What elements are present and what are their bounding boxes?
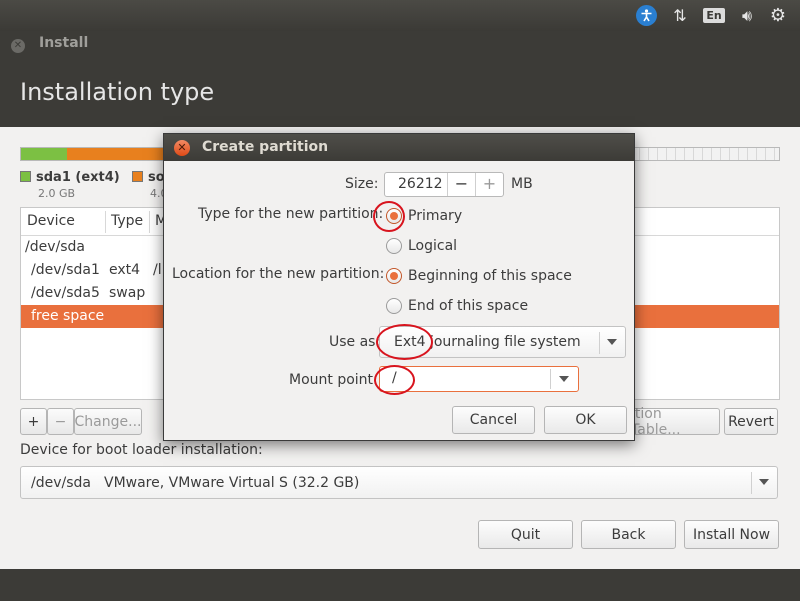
location-label: Location for the new partition: bbox=[172, 266, 385, 282]
ok-button[interactable]: OK bbox=[544, 406, 627, 434]
column-type[interactable]: Type bbox=[111, 213, 143, 229]
logical-radio-label[interactable]: Logical bbox=[408, 238, 457, 254]
dialog-title: Create partition bbox=[202, 139, 329, 155]
create-partition-dialog: ✕ Create partition Size: 26212 − + MB Ty… bbox=[163, 133, 635, 441]
mount-point-label: Mount point: bbox=[289, 372, 378, 388]
partition-segment-swap bbox=[67, 148, 163, 160]
window-title: Install bbox=[39, 35, 89, 51]
volume-icon[interactable]: 🔊︎ bbox=[734, 0, 760, 31]
legend-swatch bbox=[20, 171, 31, 182]
revert-button[interactable]: Revert bbox=[724, 408, 778, 435]
dialog-titlebar: ✕ Create partition bbox=[164, 134, 634, 161]
beginning-radio[interactable] bbox=[386, 268, 402, 284]
legend-swatch bbox=[132, 171, 143, 182]
decrement-button[interactable]: − bbox=[447, 173, 475, 196]
increment-button[interactable]: + bbox=[475, 173, 503, 196]
column-device[interactable]: Device bbox=[27, 213, 75, 229]
end-radio-label[interactable]: End of this space bbox=[408, 298, 528, 314]
legend-swap: so 4.0 bbox=[132, 170, 168, 200]
size-unit: MB bbox=[511, 176, 533, 192]
logical-radio[interactable] bbox=[386, 238, 402, 254]
gear-icon[interactable]: ⚙ bbox=[766, 0, 790, 31]
add-partition-button[interactable]: + bbox=[20, 408, 47, 435]
primary-radio-label[interactable]: Primary bbox=[408, 208, 462, 224]
use-as-label: Use as: bbox=[329, 334, 381, 350]
install-now-button[interactable]: Install Now bbox=[684, 520, 779, 549]
quit-button[interactable]: Quit bbox=[478, 520, 573, 549]
bottom-strip bbox=[0, 569, 800, 601]
new-partition-table-button[interactable]: ition Table... bbox=[630, 406, 720, 438]
page-title: Installation type bbox=[20, 78, 215, 106]
chevron-down-icon bbox=[607, 339, 617, 345]
keyboard-indicator[interactable]: En bbox=[702, 0, 726, 31]
annotation-circle bbox=[374, 365, 415, 395]
chevron-down-icon bbox=[759, 479, 769, 485]
window-titlebar bbox=[0, 31, 800, 59]
bootloader-device-select[interactable]: /dev/sda VMware, VMware Virtual S (32.2 … bbox=[20, 466, 778, 499]
beginning-radio-label[interactable]: Beginning of this space bbox=[408, 268, 572, 284]
network-icon[interactable]: ⇅ bbox=[668, 0, 692, 31]
keyboard-icon: En bbox=[703, 8, 725, 23]
bootloader-label: Device for boot loader installation: bbox=[20, 442, 263, 458]
change-partition-button[interactable]: Change... bbox=[74, 408, 142, 435]
type-label: Type for the new partition: bbox=[198, 206, 384, 222]
remove-partition-button[interactable]: − bbox=[47, 408, 74, 435]
cancel-button[interactable]: Cancel bbox=[452, 406, 535, 434]
annotation-circle bbox=[376, 324, 433, 360]
size-input[interactable]: 26212 bbox=[398, 176, 443, 192]
end-radio[interactable] bbox=[386, 298, 402, 314]
close-icon[interactable]: ✕ bbox=[174, 140, 190, 156]
accessibility-indicator[interactable] bbox=[634, 0, 658, 31]
annotation-circle bbox=[373, 201, 405, 232]
legend-sda1: sda1 (ext4) 2.0 GB bbox=[20, 170, 120, 200]
back-button[interactable]: Back bbox=[581, 520, 676, 549]
chevron-down-icon[interactable] bbox=[559, 376, 569, 382]
size-label: Size: bbox=[345, 176, 379, 192]
size-stepper[interactable]: 26212 − + bbox=[384, 172, 504, 197]
close-icon[interactable]: ✕ bbox=[11, 39, 25, 53]
partition-segment-sda1 bbox=[21, 148, 67, 160]
accessibility-icon bbox=[635, 5, 657, 26]
